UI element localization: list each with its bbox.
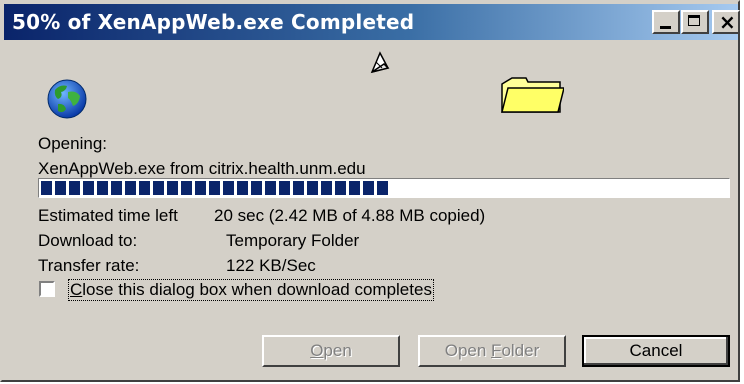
time-left-label: Estimated time left <box>38 206 178 225</box>
download-to-label: Download to: <box>38 231 138 250</box>
flying-document-icon <box>370 51 390 74</box>
cancel-button[interactable]: Cancel <box>582 335 730 367</box>
globe-icon <box>47 79 87 119</box>
time-left-value: 20 sec (2.42 MB of 4.88 MB copied) <box>214 206 486 225</box>
transfer-rate-label: Transfer rate: <box>38 256 140 275</box>
transfer-rate-value: 122 KB/Sec <box>226 256 316 275</box>
download-dialog: 50% of XenAppWeb.exe Completed × Opening… <box>0 0 740 382</box>
close-when-done-checkbox[interactable] <box>39 281 55 297</box>
minimize-icon <box>660 26 671 29</box>
progress-bar <box>38 178 730 198</box>
minimize-button[interactable] <box>652 10 680 34</box>
close-button[interactable]: × <box>712 10 740 34</box>
progress-fill <box>41 181 391 195</box>
opening-label: Opening: <box>38 134 107 153</box>
open-folder-button[interactable]: Open Folder <box>418 335 566 367</box>
folder-icon <box>501 77 564 113</box>
maximize-icon <box>688 15 700 26</box>
close-icon: × <box>719 10 736 34</box>
title-bar[interactable]: 50% of XenAppWeb.exe Completed × <box>4 4 740 40</box>
download-source: XenAppWeb.exe from citrix.health.unm.edu <box>38 159 366 178</box>
download-to-value: Temporary Folder <box>226 231 360 250</box>
open-button[interactable]: Open <box>262 335 400 367</box>
window-title: 50% of XenAppWeb.exe Completed <box>12 10 415 34</box>
maximize-button[interactable] <box>681 10 709 34</box>
close-when-done-label[interactable]: Close this dialog box when download comp… <box>68 279 434 301</box>
